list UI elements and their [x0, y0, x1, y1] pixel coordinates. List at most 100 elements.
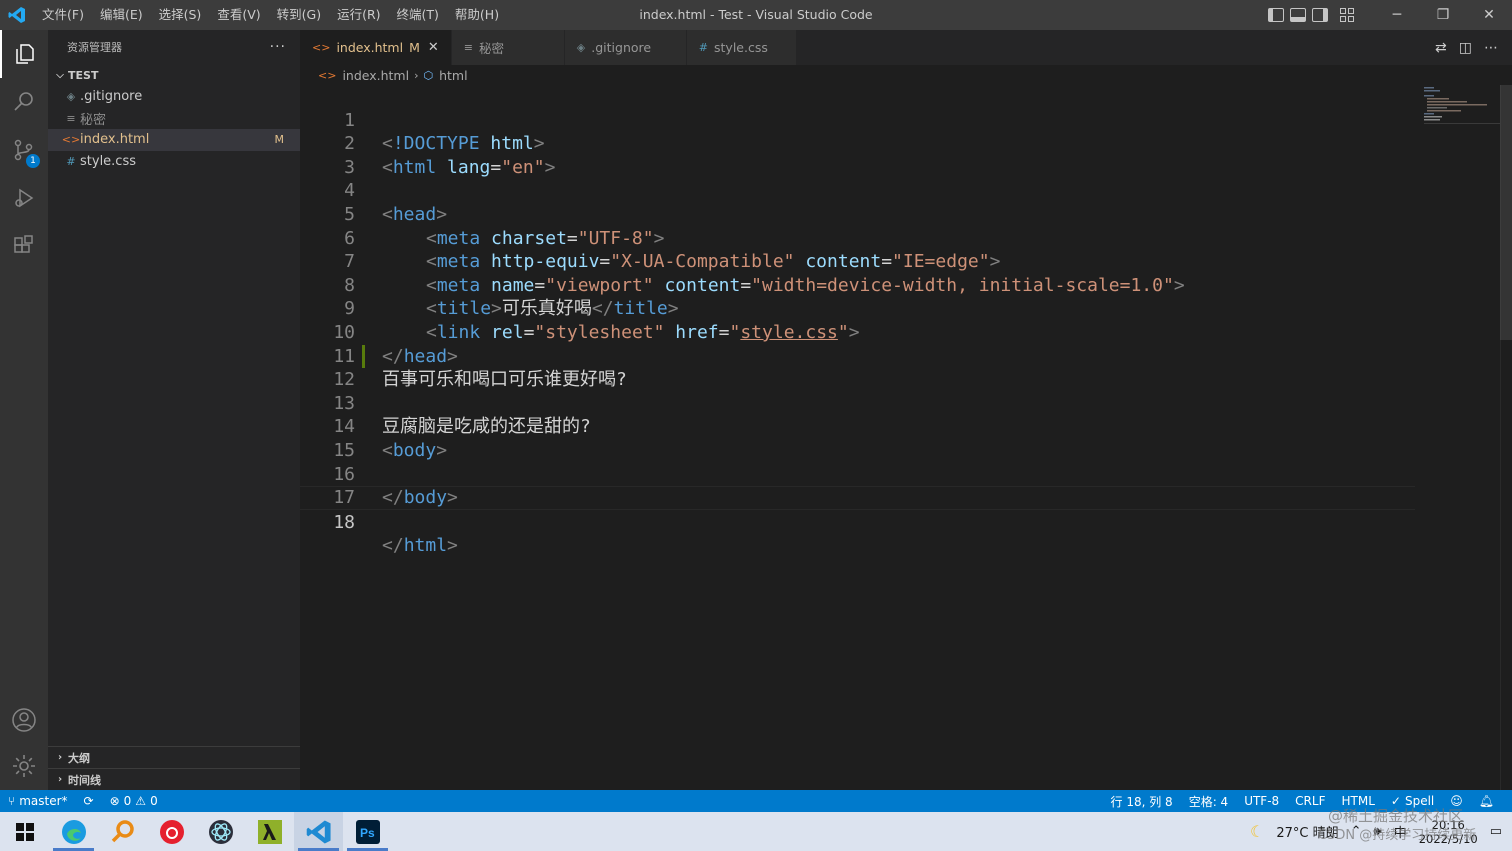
edge-browser-icon[interactable] — [49, 812, 98, 851]
windows-start-icon[interactable] — [0, 812, 49, 851]
code-line: 6 <meta http-equiv="X-UA-Compatible" con… — [300, 203, 1500, 273]
menu-help[interactable]: 帮助(H) — [447, 0, 507, 30]
vscode-taskbar-icon[interactable] — [294, 812, 343, 851]
tab-secret[interactable]: ≡ 秘密 — [451, 30, 565, 65]
explorer-title: 资源管理器 — [67, 41, 122, 54]
problems-status[interactable]: ⊗ 0 ⚠ 0 — [102, 790, 166, 812]
code-line: 14 <body> — [300, 392, 1500, 461]
minimap[interactable] — [1424, 85, 1500, 125]
git-added-marker[interactable] — [362, 344, 365, 369]
file-name: .gitignore — [80, 89, 143, 105]
git-branch-icon: ⑂ — [8, 794, 16, 808]
tab-index-html[interactable]: <> index.html M ✕ — [300, 30, 452, 65]
code-line: 5 <meta charset="UTF-8"> — [300, 179, 1500, 249]
menu-edit[interactable]: 编辑(E) — [92, 0, 151, 30]
netease-music-icon[interactable] — [147, 812, 196, 851]
menu-selection[interactable]: 选择(S) — [151, 0, 210, 30]
menu-view[interactable]: 查看(V) — [209, 0, 268, 30]
close-button[interactable]: ✕ — [1466, 0, 1512, 30]
windows-taskbar: Ps ☾ 27°C 晴朗 ⌃ 🕪︎ 中 20:16 2022/5/10 ▭ — [0, 812, 1512, 851]
editor-tabs: <> index.html M ✕ ≡ 秘密 ◈ .gitignore # st… — [300, 30, 1512, 65]
html-file-icon: <> — [312, 41, 331, 54]
search-icon[interactable] — [0, 78, 48, 126]
code-editor[interactable]: 1 <!DOCTYPE html> 2 <html lang="en"> 3 4… — [300, 85, 1500, 790]
lambda-app-icon[interactable] — [245, 812, 294, 851]
notification-center-icon[interactable]: ▭ — [1490, 824, 1502, 839]
photoshop-icon[interactable]: Ps — [343, 812, 392, 851]
extensions-icon[interactable] — [0, 222, 48, 270]
tab-style-css[interactable]: # style.css — [686, 30, 797, 65]
more-actions-icon[interactable]: ⋯ — [1484, 40, 1498, 56]
sync-icon: ⟳ — [83, 794, 94, 808]
cursor-position[interactable]: 行 18, 列 8 — [1103, 790, 1181, 812]
code-line: 3 — [300, 132, 1500, 178]
settings-gear-icon[interactable] — [0, 742, 48, 790]
source-control-icon[interactable]: 1 — [0, 126, 48, 174]
svg-text:Ps: Ps — [360, 826, 375, 840]
watermark: @稀土掘金技术社区 CSDN @持续学习持续更新 — [1318, 806, 1476, 846]
run-debug-icon[interactable] — [0, 174, 48, 222]
gitignore-file-icon: ◈ — [576, 41, 586, 54]
search-app-icon[interactable] — [98, 812, 147, 851]
warning-icon: ⚠ — [135, 794, 147, 808]
electron-app-icon[interactable] — [196, 812, 245, 851]
code-line: 8 <title>可乐真好喝</title> — [300, 250, 1500, 320]
close-icon[interactable]: ✕ — [428, 40, 439, 55]
timeline-section[interactable]: › 时间线 — [48, 768, 300, 790]
current-code-line: 18 </html> — [300, 486, 1415, 556]
tab-gitignore[interactable]: ◈ .gitignore — [564, 30, 687, 65]
code-line: 2 <html lang="en"> — [300, 109, 1500, 178]
split-editor-icon[interactable]: ◫ — [1459, 40, 1472, 56]
gitignore-file-icon: ◈ — [66, 90, 76, 104]
breadcrumb-separator: › — [414, 68, 419, 82]
breadcrumb-symbol[interactable]: html — [439, 68, 467, 83]
error-icon: ⊗ — [109, 794, 120, 808]
toggle-sidebar-icon[interactable] — [1268, 8, 1284, 22]
explorer-icon[interactable] — [0, 30, 48, 78]
more-actions-icon[interactable]: ··· — [270, 39, 286, 55]
watermark-line: @稀土掘金技术社区 — [1328, 807, 1464, 825]
sync-status[interactable]: ⟳ — [76, 790, 102, 812]
toggle-secondary-sidebar-icon[interactable] — [1312, 8, 1328, 22]
html-file-icon: <> — [61, 133, 81, 147]
error-count: 0 — [123, 794, 132, 808]
code-line: 1 <!DOCTYPE html> — [300, 85, 1500, 155]
punct: > — [447, 535, 458, 557]
code-line: 9 <link rel="stylesheet" href="style.css… — [300, 274, 1500, 343]
branch-status[interactable]: ⑂ master* — [0, 790, 76, 812]
menu-terminal[interactable]: 终端(T) — [389, 0, 447, 30]
toggle-panel-icon[interactable] — [1290, 8, 1306, 22]
token-tag: html — [403, 535, 448, 557]
file-index-html[interactable]: <> index.html M — [48, 129, 300, 151]
scm-badge: 1 — [26, 154, 40, 168]
punct: </ — [382, 535, 404, 557]
encoding-status[interactable]: UTF-8 — [1236, 790, 1287, 812]
chevron-right-icon: › — [57, 752, 63, 763]
workspace-section[interactable]: ⌵ TEST — [48, 64, 300, 86]
file-gitignore[interactable]: ◈ .gitignore — [48, 86, 300, 108]
customize-layout-icon[interactable] — [1340, 8, 1354, 22]
open-changes-icon[interactable]: ⇄ — [1435, 40, 1447, 56]
css-file-icon: # — [66, 155, 76, 169]
file-secret[interactable]: ≡ 秘密 — [48, 108, 300, 130]
breadcrumb: <> index.html › ⬡ html — [300, 65, 1500, 85]
code-line: 13 — [300, 368, 1500, 414]
symbol-icon: ⬡ — [423, 68, 434, 82]
restore-button[interactable]: ❐ — [1420, 0, 1466, 30]
accounts-icon[interactable] — [0, 696, 48, 744]
menu-run[interactable]: 运行(R) — [329, 0, 388, 30]
menu-file[interactable]: 文件(F) — [34, 0, 92, 30]
file-name: index.html — [80, 132, 150, 148]
scrollbar-thumb[interactable] — [1500, 85, 1512, 340]
text-file-icon: ≡ — [463, 41, 474, 54]
menu-go[interactable]: 转到(G) — [269, 0, 329, 30]
indentation-status[interactable]: 空格: 4 — [1181, 790, 1237, 812]
tab-label: style.css — [714, 40, 768, 55]
file-style-css[interactable]: # style.css — [48, 151, 300, 173]
weather-moon-icon[interactable]: ☾ — [1250, 822, 1264, 841]
outline-section[interactable]: › 大纲 — [48, 746, 300, 768]
file-name: style.css — [80, 154, 136, 170]
breadcrumb-file[interactable]: index.html — [342, 68, 409, 83]
tab-label: .gitignore — [591, 40, 652, 55]
minimize-button[interactable]: ─ — [1374, 0, 1420, 30]
